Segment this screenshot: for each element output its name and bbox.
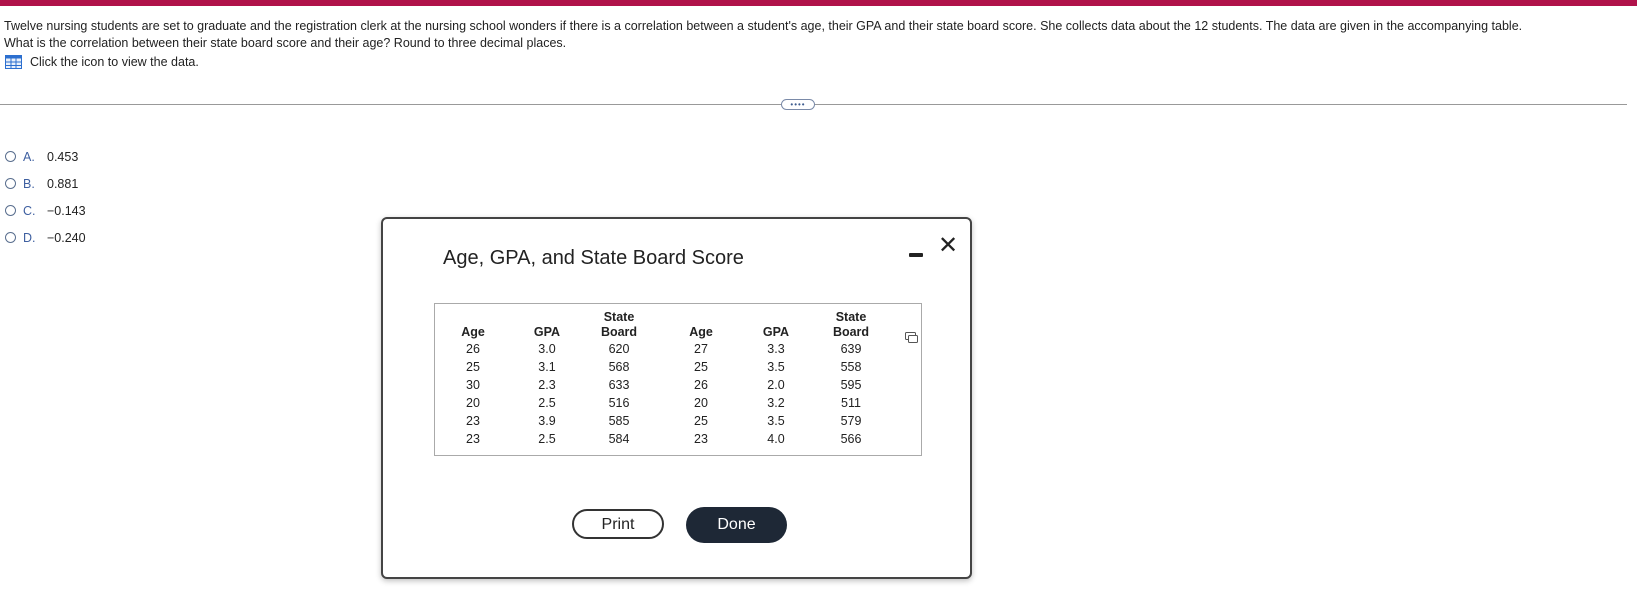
table-cell: 3.2	[767, 396, 785, 410]
radio-b[interactable]	[5, 178, 16, 189]
table-cell: 20	[466, 396, 480, 410]
table-cell: 23	[466, 432, 480, 446]
view-data-link[interactable]: Click the icon to view the data.	[5, 55, 199, 69]
option-c-value: −0.143	[47, 203, 86, 218]
done-button[interactable]: Done	[686, 507, 787, 543]
table-cell: 3.0	[538, 342, 556, 356]
question-text: Twelve nursing students are set to gradu…	[4, 18, 1604, 51]
option-c[interactable]: C. −0.143	[5, 197, 86, 224]
option-a-letter: A.	[23, 149, 35, 164]
option-c-letter: C.	[23, 203, 36, 218]
table-cell: 26	[694, 378, 708, 392]
table-cell: 511	[841, 396, 861, 410]
table-cell: 25	[466, 360, 480, 374]
question-line-1: Twelve nursing students are set to gradu…	[4, 19, 1523, 33]
table-cell: 3.3	[767, 342, 785, 356]
dialog-title: Age, GPA, and State Board Score	[443, 247, 744, 269]
option-a-value: 0.453	[47, 149, 79, 164]
table-header: State Board	[600, 310, 638, 339]
table-cell: 639	[840, 342, 862, 356]
table-column-state-board-2: State Board 639 558 595 511 579 566	[821, 304, 881, 448]
table-column-age-2: Age 27 25 26 20 25 23	[671, 304, 731, 448]
table-cell: 568	[608, 360, 630, 374]
table-cell: 558	[840, 360, 862, 374]
table-column-gpa-2: GPA 3.3 3.5 2.0 3.2 3.5 4.0	[746, 304, 806, 448]
table-cell: 595	[840, 378, 862, 392]
table-cell: 30	[466, 378, 480, 392]
option-d-value: −0.240	[47, 230, 86, 245]
table-cell: 3.5	[767, 414, 785, 428]
radio-d[interactable]	[5, 232, 16, 243]
top-accent-bar	[0, 0, 1637, 6]
close-icon[interactable]: ✕	[938, 234, 958, 258]
table-icon[interactable]	[5, 55, 22, 69]
option-b-value: 0.881	[47, 176, 79, 191]
table-cell: 2.3	[538, 378, 556, 392]
table-cell: 23	[694, 432, 708, 446]
table-column-age-1: Age 26 25 30 20 23 23	[443, 304, 503, 448]
question-line-2: What is the correlation between their st…	[4, 35, 567, 50]
answer-options: A. 0.453 B. 0.881 C. −0.143 D. −0.240	[5, 143, 86, 251]
option-d-letter: D.	[23, 230, 36, 245]
table-cell: 20	[694, 396, 708, 410]
option-b[interactable]: B. 0.881	[5, 170, 86, 197]
print-button[interactable]: Print	[572, 509, 664, 539]
option-d[interactable]: D. −0.240	[5, 224, 86, 251]
table-cell: 3.5	[767, 360, 785, 374]
table-cell: 3.9	[538, 414, 556, 428]
radio-a[interactable]	[5, 151, 16, 162]
table-header: Age	[689, 325, 713, 339]
table-cell: 620	[608, 342, 630, 356]
copy-icon[interactable]	[905, 330, 918, 343]
table-cell: 584	[608, 432, 630, 446]
table-cell: 25	[694, 414, 708, 428]
table-header: State Board	[832, 310, 870, 339]
table-cell: 27	[694, 342, 708, 356]
table-cell: 566	[840, 432, 862, 446]
table-column-gpa-1: GPA 3.0 3.1 2.3 2.5 3.9 2.5	[517, 304, 577, 448]
table-cell: 516	[608, 396, 630, 410]
view-data-label[interactable]: Click the icon to view the data.	[30, 55, 199, 69]
table-cell: 579	[840, 414, 862, 428]
table-cell: 23	[466, 414, 480, 428]
table-cell: 2.5	[538, 432, 556, 446]
table-cell: 2.0	[767, 378, 785, 392]
data-table: Age 26 25 30 20 23 23 GPA 3.0 3.1 2.3 2.…	[434, 303, 922, 456]
minimize-icon[interactable]	[909, 245, 923, 257]
option-a[interactable]: A. 0.453	[5, 143, 86, 170]
option-b-letter: B.	[23, 176, 35, 191]
more-button[interactable]: ••••	[781, 99, 815, 110]
table-header: Age	[461, 325, 485, 339]
table-cell: 4.0	[767, 432, 785, 446]
radio-c[interactable]	[5, 205, 16, 216]
data-dialog: Age, GPA, and State Board Score ✕ Age 26…	[381, 217, 972, 579]
table-cell: 585	[608, 414, 630, 428]
table-cell: 25	[694, 360, 708, 374]
table-header: GPA	[762, 325, 790, 339]
table-header: GPA	[533, 325, 561, 339]
table-cell: 2.5	[538, 396, 556, 410]
table-column-state-board-1: State Board 620 568 633 516 585 584	[589, 304, 649, 448]
table-cell: 26	[466, 342, 480, 356]
table-cell: 3.1	[538, 360, 556, 374]
table-cell: 633	[608, 378, 630, 392]
